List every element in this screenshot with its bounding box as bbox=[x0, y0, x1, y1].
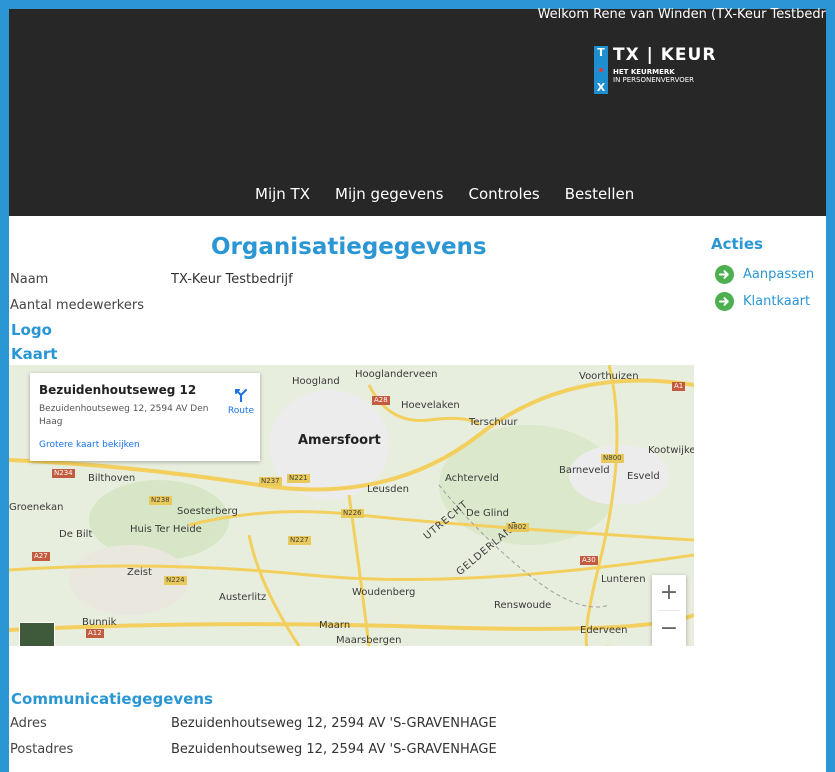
map-place-amersfoort: Amersfoort bbox=[298, 433, 381, 448]
map-place: Esveld bbox=[627, 471, 660, 482]
directions-icon bbox=[235, 389, 247, 403]
road-badge: N800 bbox=[601, 454, 624, 463]
map-place: Groenekan bbox=[9, 502, 64, 513]
road-badge: N221 bbox=[287, 474, 310, 483]
logo-badge-t: T bbox=[597, 46, 605, 59]
road-badge: A28 bbox=[372, 396, 390, 405]
zoom-in-button[interactable]: + bbox=[652, 575, 686, 610]
nav-bestellen[interactable]: Bestellen bbox=[565, 185, 635, 203]
map-place: Maarsbergen bbox=[336, 635, 402, 646]
map-place: Soesterberg bbox=[177, 506, 238, 517]
larger-map-link[interactable]: Grotere kaart bekijken bbox=[39, 440, 140, 450]
road-badge: N802 bbox=[506, 523, 529, 532]
map-place: Huis Ter Heide bbox=[130, 524, 202, 535]
map-place: De Bilt bbox=[59, 529, 93, 540]
info-window-address: Bezuidenhoutseweg 12, 2594 AV Den Haag bbox=[39, 404, 209, 427]
logo-badge: T X bbox=[594, 46, 608, 94]
road-badge: A30 bbox=[580, 556, 598, 565]
section-communicatie-heading: Communicatiegegevens bbox=[11, 690, 213, 708]
road-badge: N227 bbox=[288, 536, 311, 545]
main-nav: Mijn TX Mijn gegevens Controles Bestelle… bbox=[255, 185, 659, 203]
google-map[interactable]: Amersfoort Hoogland Hooglanderveen Hoeve… bbox=[9, 365, 694, 646]
map-place: Terschuur bbox=[469, 417, 518, 428]
map-place: Renswoude bbox=[494, 600, 552, 611]
map-place: Achterveld bbox=[445, 473, 499, 484]
road-badge: N226 bbox=[341, 509, 364, 518]
map-place: Woudenberg bbox=[352, 587, 416, 598]
logo-sub1: HET KEURMERK bbox=[613, 68, 675, 76]
map-place: Hoogland bbox=[292, 376, 340, 387]
window-frame-left bbox=[0, 0, 9, 772]
action-aanpassen-label: Aanpassen bbox=[743, 267, 815, 282]
action-aanpassen[interactable]: Aanpassen bbox=[715, 265, 814, 284]
map-place: Leusden bbox=[367, 484, 409, 495]
zoom-out-button[interactable]: − bbox=[652, 611, 686, 646]
road-badge: A12 bbox=[86, 629, 104, 638]
map-place: Bilthoven bbox=[88, 473, 136, 484]
map-place: Voorthuizen bbox=[579, 371, 639, 382]
road-badge: N234 bbox=[52, 469, 75, 478]
info-window-title: Bezuidenhoutseweg 12 bbox=[39, 383, 197, 397]
logo-dot bbox=[599, 68, 603, 72]
road-badge: N224 bbox=[164, 576, 187, 585]
field-value-naam: TX-Keur Testbedrijf bbox=[171, 272, 293, 287]
field-label-medewerkers: Aantal medewerkers bbox=[10, 298, 144, 313]
map-place: Zeist bbox=[127, 567, 152, 578]
map-place: Maarn bbox=[319, 620, 351, 631]
nav-controles[interactable]: Controles bbox=[468, 185, 539, 203]
map-place: Hoevelaken bbox=[401, 400, 460, 411]
logo-badge-x: X bbox=[596, 81, 606, 94]
acties-heading: Acties bbox=[711, 235, 763, 253]
road-badge: N237 bbox=[259, 477, 282, 486]
field-label-adres: Adres bbox=[10, 716, 47, 731]
map-info-window: Bezuidenhoutseweg 12 Bezuidenhoutseweg 1… bbox=[30, 373, 260, 461]
logo-subtitle: HET KEURMERK IN PERSONENVERVOER bbox=[613, 68, 694, 84]
field-value-postadres: Bezuidenhoutseweg 12, 2594 AV 'S-GRAVENH… bbox=[171, 742, 497, 757]
map-type-thumbnail[interactable] bbox=[19, 622, 55, 646]
section-logo-heading: Logo bbox=[11, 321, 52, 339]
field-label-naam: Naam bbox=[10, 272, 49, 287]
field-value-adres: Bezuidenhoutseweg 12, 2594 AV 'S-GRAVENH… bbox=[171, 716, 497, 731]
map-place: Austerlitz bbox=[219, 592, 267, 603]
window-frame-right bbox=[826, 0, 835, 772]
logo-sub2: IN PERSONENVERVOER bbox=[613, 76, 695, 84]
map-place: Bunnik bbox=[82, 617, 117, 628]
arrow-right-circle-icon bbox=[715, 292, 734, 311]
tx-keur-logo[interactable]: T X TX | KEUR HET KEURMERK IN PERSONENVE… bbox=[594, 45, 719, 98]
nav-mijn-gegevens[interactable]: Mijn gegevens bbox=[335, 185, 443, 203]
nav-mijn-tx[interactable]: Mijn TX bbox=[255, 185, 310, 203]
road-badge: A1 bbox=[672, 382, 686, 391]
zoom-control: + − bbox=[652, 575, 686, 646]
page-title: Organisatiegegevens bbox=[211, 234, 487, 260]
route-label: Route bbox=[227, 406, 255, 416]
site-header: Welkom Rene van Winden (TX-Keur Testbedr… bbox=[9, 7, 826, 216]
welcome-text: Welkom Rene van Winden (TX-Keur Testbedr bbox=[537, 7, 826, 22]
action-klantkaart-label: Klantkaart bbox=[743, 294, 811, 309]
road-badge: N238 bbox=[149, 496, 172, 505]
map-place: Lunteren bbox=[601, 574, 646, 585]
map-place: Hooglanderveen bbox=[355, 369, 438, 380]
section-kaart-heading: Kaart bbox=[11, 345, 58, 363]
route-button[interactable]: Route bbox=[226, 387, 256, 416]
logo-title: TX | KEUR bbox=[613, 45, 717, 65]
map-place: Barneveld bbox=[559, 465, 610, 476]
road-badge: A27 bbox=[32, 552, 50, 561]
arrow-right-circle-icon bbox=[715, 265, 734, 284]
map-place: Kootwijker bbox=[648, 445, 694, 456]
field-label-postadres: Postadres bbox=[10, 742, 74, 757]
map-place: De Glind bbox=[466, 508, 510, 519]
action-klantkaart[interactable]: Klantkaart bbox=[715, 292, 810, 311]
map-place: Ederveen bbox=[580, 625, 628, 636]
